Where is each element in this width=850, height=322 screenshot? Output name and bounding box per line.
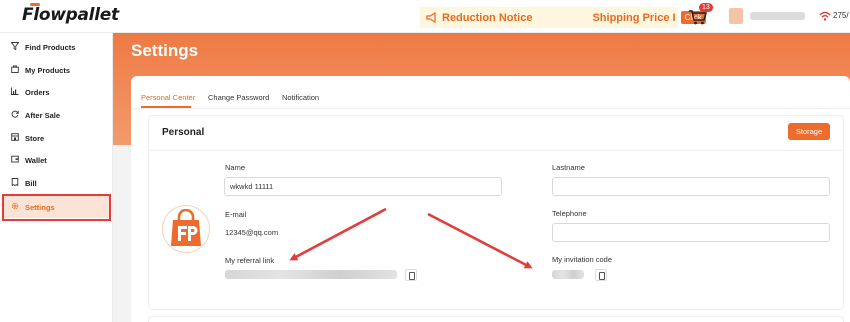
sidebar-item-my-products[interactable]: My Products xyxy=(0,59,113,81)
personal-section-title: Personal xyxy=(162,127,205,138)
telephone-field[interactable] xyxy=(552,223,830,242)
avatar[interactable] xyxy=(729,8,743,24)
personal-panel xyxy=(148,115,844,310)
storage-button[interactable]: Storage xyxy=(788,123,830,140)
sidebar-item-label: My Products xyxy=(25,65,71,75)
bill-icon xyxy=(10,178,20,188)
tab-change-password[interactable]: Change Password xyxy=(208,93,269,102)
brand-logo[interactable]: Flowpallet xyxy=(22,5,119,25)
next-panel-edge xyxy=(148,316,844,322)
email-label: E-mail xyxy=(225,210,247,219)
panel-divider xyxy=(149,150,843,151)
sidebar-item-label: Bill xyxy=(25,178,37,188)
email-value: 12345@qq.com xyxy=(225,228,279,237)
sidebar-item-store[interactable]: Store xyxy=(0,127,113,149)
name-label: Name xyxy=(225,163,246,172)
tabs-divider xyxy=(131,108,850,109)
notice-scroll-text: Shipping Price I xyxy=(592,11,676,24)
sidebar-item-label: Orders xyxy=(25,87,50,97)
megaphone-icon xyxy=(426,11,438,24)
refresh-icon xyxy=(10,110,20,120)
sidebar-item-orders[interactable]: Orders xyxy=(0,81,113,103)
sidebar-item-wallet[interactable]: Wallet xyxy=(0,149,113,171)
name-field[interactable] xyxy=(224,177,502,196)
notice-title: Reduction Notice xyxy=(442,11,533,24)
tab-personal-center[interactable]: Personal Center xyxy=(141,93,195,102)
top-header: Flowpallet Reduction Notice Shipping Pri… xyxy=(0,0,850,33)
wifi-icon xyxy=(819,11,831,21)
tab-notification[interactable]: Notification xyxy=(282,93,319,102)
bag-icon xyxy=(10,65,20,75)
sidebar-item-label: Store xyxy=(25,133,45,143)
copy-invitation-code-icon[interactable] xyxy=(595,269,607,281)
notice-bar[interactable]: Reduction Notice Shipping Price I Click xyxy=(420,7,706,28)
invitation-code-blurred xyxy=(552,270,584,279)
username-blurred[interactable] xyxy=(750,12,805,20)
page-title: Settings xyxy=(131,41,199,60)
sidebar-item-find-products[interactable]: Find Products xyxy=(0,36,113,58)
profile-avatar[interactable] xyxy=(162,205,210,253)
cart-count-badge: 13 xyxy=(699,3,713,12)
sidebar-item-label: Wallet xyxy=(25,155,47,165)
sidebar-item-after-sale[interactable]: After Sale xyxy=(0,104,113,126)
chart-icon xyxy=(10,87,20,97)
invitation-code-label: My invitation code xyxy=(552,255,613,264)
annotation-highlight-box xyxy=(2,194,111,221)
referral-link-blurred xyxy=(225,270,397,279)
signal-text: 275/ xyxy=(833,11,849,20)
sidebar-item-label: Find Products xyxy=(25,42,76,52)
lastname-label: Lastname xyxy=(552,163,585,172)
lastname-field[interactable] xyxy=(552,177,830,196)
shopping-bag-logo-icon xyxy=(171,209,201,246)
store-icon xyxy=(10,133,20,143)
telephone-label: Telephone xyxy=(552,209,587,218)
sidebar-item-label: After Sale xyxy=(25,110,61,120)
wallet-icon xyxy=(10,155,20,165)
filter-icon xyxy=(10,42,20,52)
copy-referral-link-icon[interactable] xyxy=(405,269,417,281)
referral-link-label: My referral link xyxy=(225,256,275,265)
sidebar-item-bill[interactable]: Bill xyxy=(0,172,113,194)
